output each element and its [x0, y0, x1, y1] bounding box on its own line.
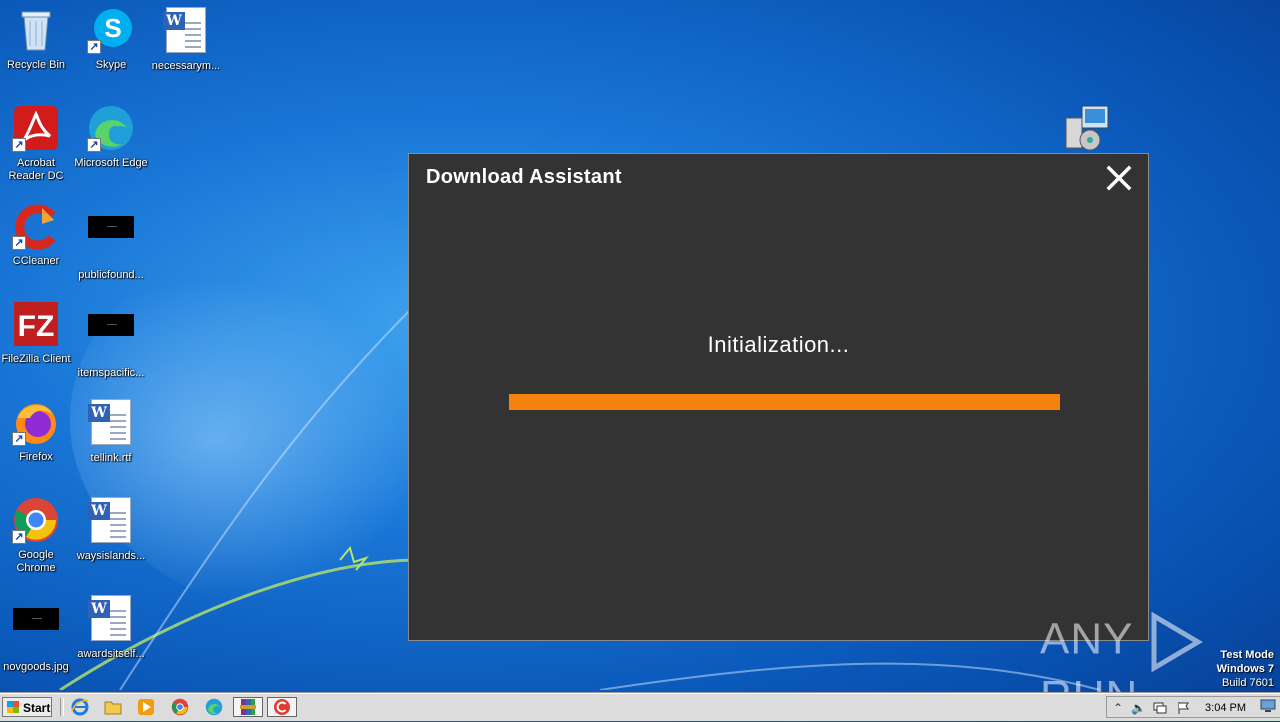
monitor-icon — [1260, 699, 1276, 712]
image-thumbnail-icon — [87, 314, 135, 362]
start-button[interactable]: Start — [2, 697, 52, 717]
desktop-icon-chrome[interactable]: ↗ Google Chrome — [0, 496, 74, 575]
word-document-icon: W — [87, 595, 135, 643]
image-thumbnail-icon — [12, 608, 60, 656]
taskbar-download-assistant[interactable] — [267, 697, 297, 717]
desktop-icon-acrobat[interactable]: ↗ Acrobat Reader DC — [0, 104, 74, 183]
svg-text:S: S — [104, 13, 121, 43]
desktop-icon-waysislands[interactable]: W waysislands... — [73, 496, 149, 563]
firefox-icon: ↗ — [12, 398, 60, 446]
installer-icon[interactable] — [1062, 104, 1112, 154]
word-document-icon: W — [87, 399, 135, 447]
play-logo-icon — [1151, 612, 1203, 672]
desktop-icon-ccleaner[interactable]: ↗ CCleaner — [0, 202, 74, 268]
desktop-icon-publicfound[interactable]: publicfound... — [73, 202, 149, 282]
skype-icon: S ↗ — [87, 6, 135, 54]
filezilla-icon: FZ — [12, 300, 60, 348]
system-tray: ⌃ 🔈 3:04 PM — [1106, 696, 1280, 718]
internet-explorer-icon — [71, 698, 89, 716]
volume-icon[interactable]: 🔈 — [1131, 701, 1146, 715]
shortcut-arrow-icon: ↗ — [87, 138, 101, 152]
media-player-icon — [138, 699, 154, 715]
recycle-bin-icon — [12, 6, 60, 54]
shortcut-arrow-icon: ↗ — [87, 40, 101, 54]
svg-text:FZ: FZ — [18, 310, 55, 343]
download-assistant-dialog: Download Assistant Initialization... — [408, 153, 1149, 641]
ccleaner-icon: ↗ — [12, 202, 60, 250]
image-thumbnail-icon — [87, 216, 135, 264]
winrar-icon — [240, 699, 256, 715]
taskbar: Start ⌃ 🔈 3:04 PM — [0, 693, 1280, 721]
taskbar-explorer[interactable] — [101, 697, 125, 717]
desktop-icon-filezilla[interactable]: FZ FileZilla Client — [0, 300, 74, 366]
desktop-icon-tellink[interactable]: W tellink.rtf — [73, 398, 149, 465]
close-button[interactable] — [1104, 163, 1134, 193]
word-document-icon: W — [162, 7, 210, 55]
taskbar-separator — [60, 698, 64, 716]
edge-icon — [205, 698, 223, 716]
progress-fill — [509, 394, 1060, 410]
taskbar-winrar[interactable] — [233, 697, 263, 717]
chrome-icon — [171, 698, 189, 716]
desktop-icon-firefox[interactable]: ↗ Firefox — [0, 398, 74, 464]
taskbar-clock[interactable]: 3:04 PM — [1205, 702, 1246, 714]
dialog-title: Download Assistant — [426, 166, 622, 188]
shortcut-arrow-icon: ↗ — [12, 138, 26, 152]
folder-icon — [104, 701, 122, 715]
close-icon — [1106, 165, 1132, 191]
progress-bar — [509, 394, 1060, 410]
action-center-flag-icon[interactable] — [1177, 701, 1191, 715]
desktop-icon-necessarym[interactable]: W necessarym... — [148, 6, 224, 73]
desktop-icon-novgoods[interactable]: novgoods.jpg — [0, 594, 74, 674]
download-assistant-app-icon — [274, 699, 290, 715]
word-document-icon: W — [87, 497, 135, 545]
desktop-icon-awardsitself[interactable]: W awardsitself... — [73, 594, 149, 661]
edge-icon: ↗ — [87, 104, 135, 152]
desktop-icon-recycle-bin[interactable]: Recycle Bin — [0, 6, 74, 72]
shortcut-arrow-icon: ↗ — [12, 530, 26, 544]
desktop-icon-edge[interactable]: ↗ Microsoft Edge — [73, 104, 149, 170]
show-hidden-icons-icon[interactable]: ⌃ — [1111, 701, 1125, 715]
status-text: Initialization... — [707, 332, 850, 357]
taskbar-edge[interactable] — [202, 697, 226, 717]
taskbar-ie[interactable] — [68, 697, 92, 717]
desktop-icon-itemspacific[interactable]: itemspacific... — [73, 300, 149, 380]
network-icon[interactable] — [1153, 701, 1167, 715]
shortcut-arrow-icon: ↗ — [12, 236, 26, 250]
test-mode-notice: Test Mode Windows 7 Build 7601 — [1216, 649, 1274, 689]
taskbar-chrome[interactable] — [168, 697, 192, 717]
acrobat-icon: ↗ — [12, 104, 60, 152]
desktop-icon-skype[interactable]: S ↗ Skype — [73, 6, 149, 72]
chrome-icon: ↗ — [12, 496, 60, 544]
shortcut-arrow-icon: ↗ — [12, 432, 26, 446]
show-desktop-button[interactable] — [1260, 699, 1278, 715]
taskbar-media-player[interactable] — [134, 697, 158, 717]
